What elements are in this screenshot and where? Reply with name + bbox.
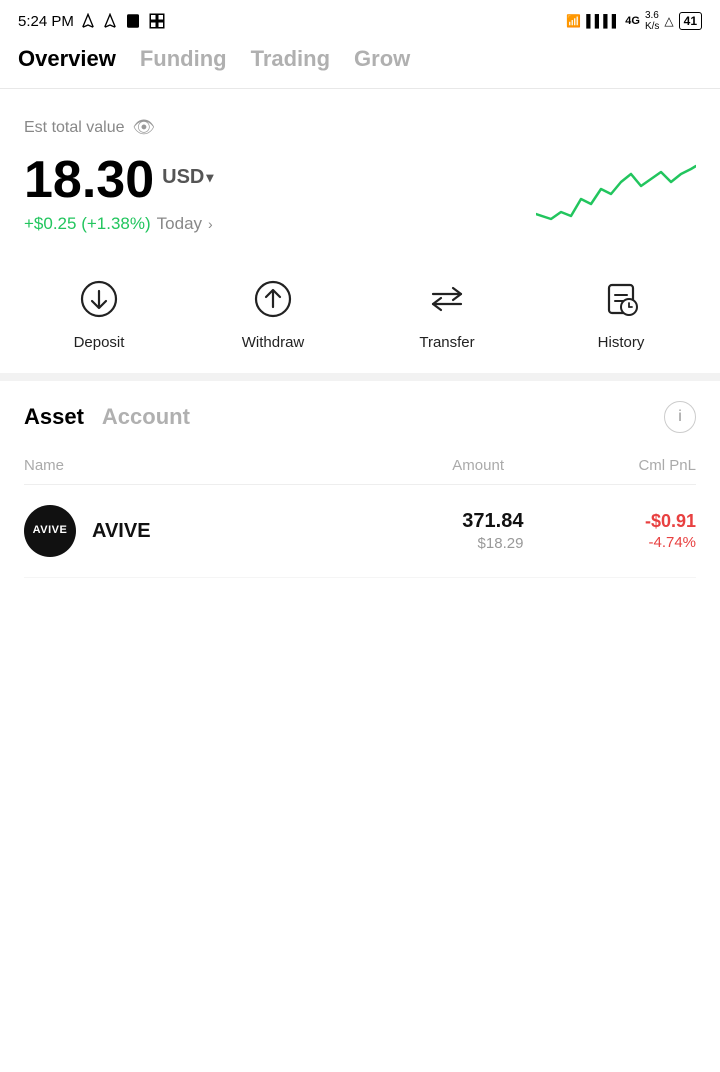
history-button[interactable]: History xyxy=(581,272,661,351)
battery-icon: 41 xyxy=(679,12,702,30)
asset-amount-usd: $18.29 xyxy=(308,535,524,552)
currency-label: USD xyxy=(162,167,204,187)
asset-pnl-pct: -4.74% xyxy=(523,534,696,551)
tab-trading[interactable]: Trading xyxy=(251,46,330,74)
total-value-left: 18.30 USD ▾ +$0.25 (+1.38%) Today › xyxy=(24,154,213,234)
withdraw-button[interactable]: Withdraw xyxy=(233,272,313,351)
asset-pnl-col: -$0.91 -4.74% xyxy=(523,511,696,551)
history-icon-wrap xyxy=(594,272,648,326)
today-label: Today xyxy=(157,214,202,234)
nav-icon xyxy=(80,13,96,29)
withdraw-icon xyxy=(253,279,293,319)
sim-icon xyxy=(124,12,142,30)
sparkline-svg xyxy=(536,144,696,234)
col-header-name: Name xyxy=(24,457,264,474)
history-icon xyxy=(601,279,641,319)
tab-overview[interactable]: Overview xyxy=(18,46,116,74)
asset-tabs-left: Asset Account xyxy=(24,404,190,430)
tab-funding[interactable]: Funding xyxy=(140,46,227,74)
value-number: 18.30 xyxy=(24,154,154,206)
speed-label: 3.6K/s xyxy=(645,10,659,32)
deposit-button[interactable]: Deposit xyxy=(59,272,139,351)
nav-icon-2 xyxy=(102,13,118,29)
est-label-text: Est total value xyxy=(24,119,125,137)
tab-asset[interactable]: Asset xyxy=(24,404,84,430)
total-value-row: 18.30 USD ▾ +$0.25 (+1.38%) Today › xyxy=(24,144,696,234)
eye-icon[interactable]: 👁 xyxy=(133,117,156,138)
status-right: 📶 ▌▌▌▌ 4G 3.6K/s △ 41 xyxy=(566,10,702,32)
transfer-icon xyxy=(427,279,467,319)
currency-dropdown-arrow: ▾ xyxy=(206,170,213,184)
transfer-icon-wrap xyxy=(420,272,474,326)
overview-section: Est total value 👁 18.30 USD ▾ +$0.25 (+1… xyxy=(0,89,720,254)
status-time: 5:24 PM xyxy=(18,12,166,30)
total-value-display: 18.30 USD ▾ xyxy=(24,154,213,206)
action-buttons-row: Deposit Withdraw Transfer xyxy=(0,254,720,373)
change-value: +$0.25 (+1.38%) xyxy=(24,214,151,234)
col-header-pnl: Cml PnL xyxy=(504,457,696,474)
asset-table-header: Name Amount Cml PnL xyxy=(24,451,696,485)
asset-tabs-row: Asset Account i xyxy=(24,401,696,433)
history-label: History xyxy=(598,334,645,351)
withdraw-label: Withdraw xyxy=(242,334,305,351)
col-header-amount: Amount xyxy=(264,457,504,474)
signal-icon: 📶 xyxy=(566,14,581,28)
deposit-icon-wrap xyxy=(72,272,126,326)
grid-icon xyxy=(148,12,166,30)
status-bar: 5:24 PM 📶 ▌▌▌▌ 4G 3.6K/s △ 41 xyxy=(0,0,720,38)
section-divider xyxy=(0,373,720,381)
tab-account[interactable]: Account xyxy=(102,404,190,430)
asset-amount-main: 371.84 xyxy=(308,510,524,533)
transfer-label: Transfer xyxy=(419,334,474,351)
asset-name: AVIVE xyxy=(92,520,308,543)
sparkline-chart xyxy=(536,144,696,234)
lte-icon: 4G xyxy=(625,15,640,27)
time-display: 5:24 PM xyxy=(18,13,74,30)
today-chevron-icon: › xyxy=(208,216,213,232)
daily-change-row[interactable]: +$0.25 (+1.38%) Today › xyxy=(24,214,213,234)
transfer-button[interactable]: Transfer xyxy=(407,272,487,351)
asset-row[interactable]: AVIVE AVIVE 371.84 $18.29 -$0.91 -4.74% xyxy=(24,485,696,578)
main-nav: Overview Funding Trading Grow xyxy=(0,38,720,89)
deposit-icon xyxy=(79,279,119,319)
deposit-label: Deposit xyxy=(74,334,125,351)
bars-icon: ▌▌▌▌ xyxy=(586,14,620,28)
asset-logo-avive: AVIVE xyxy=(24,505,76,557)
asset-logo-text: AVIVE xyxy=(33,524,68,537)
alert-icon: △ xyxy=(664,14,673,28)
asset-section: Asset Account i Name Amount Cml PnL AVIV… xyxy=(0,381,720,578)
currency-badge[interactable]: USD ▾ xyxy=(162,167,213,187)
withdraw-icon-wrap xyxy=(246,272,300,326)
asset-pnl-main: -$0.91 xyxy=(523,511,696,532)
info-icon[interactable]: i xyxy=(664,401,696,433)
tab-grow[interactable]: Grow xyxy=(354,46,410,74)
est-label-row: Est total value 👁 xyxy=(24,117,696,138)
asset-amount-col: 371.84 $18.29 xyxy=(308,510,524,552)
